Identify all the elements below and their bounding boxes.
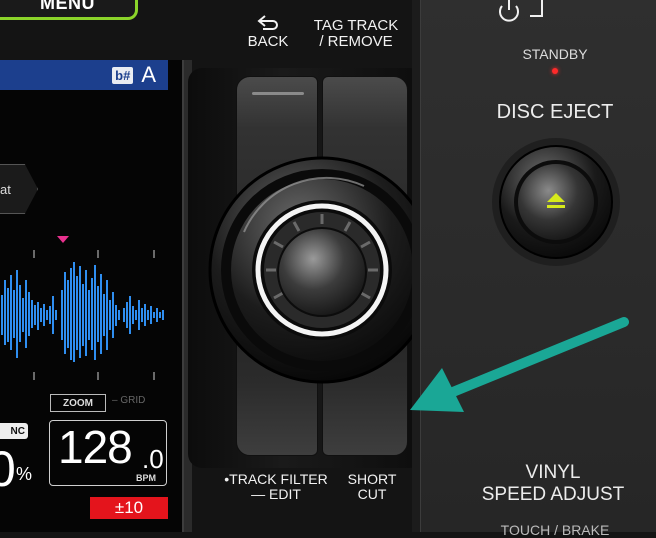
vinyl-line1: VINYL — [525, 462, 581, 483]
standby-label: STANDBY — [522, 46, 588, 62]
power-icon[interactable] — [496, 0, 556, 24]
track-filter-label: •TRACK FILTER — EDIT — [222, 472, 330, 502]
back-arrow-icon — [257, 15, 278, 30]
bpm-integer: 128 — [58, 421, 133, 473]
waveform-display — [1, 250, 164, 380]
back-button-indicator — [252, 92, 304, 95]
shortcut-line1: SHORT — [347, 471, 397, 487]
key-symbol: b# — [112, 66, 134, 84]
bpm-label: BPM — [136, 473, 156, 483]
key-bar: b# A — [0, 60, 168, 90]
format-tag-label: at — [0, 181, 11, 197]
grid-label: – GRID — [112, 395, 146, 406]
playhead-marker-icon — [57, 236, 69, 243]
shortcut-label: SHORT CUT — [332, 472, 412, 502]
grid-text: GRID — [120, 395, 146, 406]
menu-button[interactable]: MENU — [0, 0, 138, 20]
zoom-button[interactable]: ZOOM — [50, 394, 106, 412]
pitch-unit: % — [16, 464, 33, 484]
pitch-value: 0 — [0, 441, 16, 497]
vinyl-line2: SPEED ADJUST — [481, 484, 625, 505]
disc-eject-label: DISC EJECT — [496, 101, 614, 123]
shortcut-line2: CUT — [357, 486, 387, 502]
tag-track-line2: / REMOVE — [319, 33, 393, 50]
waveform-bars — [1, 262, 164, 362]
standby-indicator — [552, 68, 558, 74]
pointer-arrow-icon — [410, 317, 629, 412]
disc-eject-button[interactable] — [488, 134, 624, 270]
touch-brake-label: TOUCH / BRAKE — [500, 522, 610, 538]
tempo-range-badge: ±10 — [90, 497, 168, 519]
key-value: A — [141, 62, 156, 87]
vinyl-speed-adjust-label: VINYL SPEED ADJUST — [468, 462, 638, 506]
tag-track-line1: TAG TRACK — [313, 17, 399, 34]
tag-track-label: TAG TRACK / REMOVE — [304, 18, 408, 50]
track-filter-line2: — EDIT — [251, 486, 301, 502]
sync-badge: NC — [0, 423, 28, 439]
track-filter-line1: •TRACK FILTER — [224, 471, 328, 487]
bpm-decimal: .0 — [142, 444, 164, 474]
back-label: BACK — [247, 33, 289, 50]
